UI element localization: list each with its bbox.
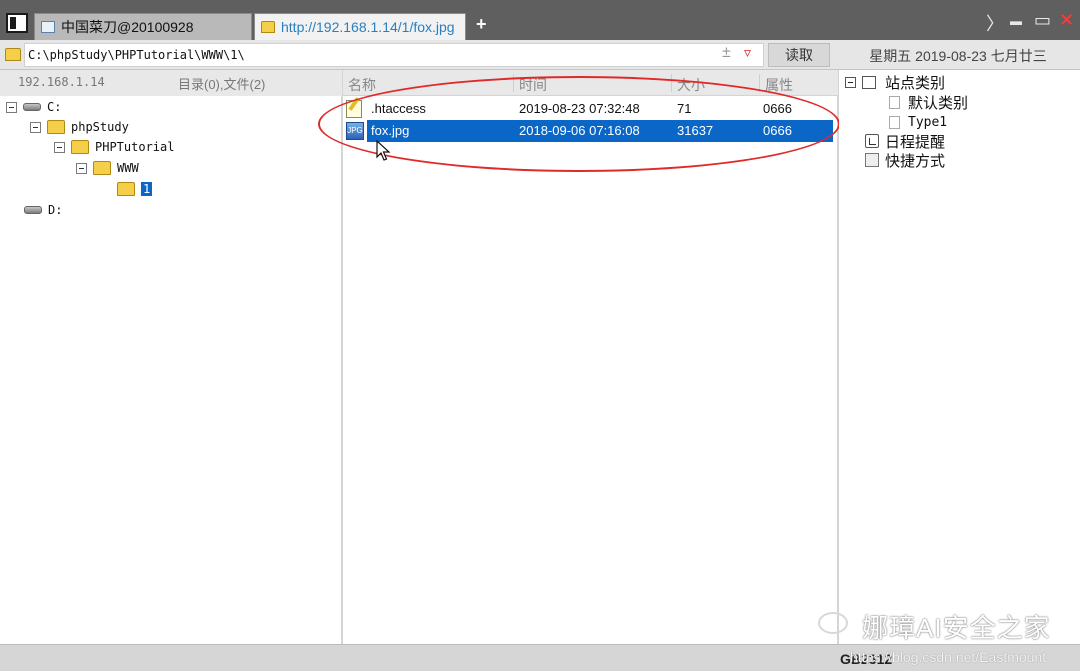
clock-icon [865,134,879,148]
window-icon [41,21,55,33]
folder-icon [93,161,111,175]
collapse-icon[interactable] [6,101,17,113]
app-icon [6,13,28,33]
folder-icon [71,140,89,154]
collapse-icon[interactable] [54,141,65,153]
url-watermark: https://blog.csdn.net/Eastmount [850,649,1047,665]
tree-label: 1 [141,182,153,196]
tree-node-phpstudy[interactable]: phpStudy [30,118,129,136]
shortcuts[interactable]: 快捷方式 [865,150,945,170]
drive-icon [23,103,41,111]
status-bar: GB2312 https://blog.csdn.net/Eastmount [0,644,1080,671]
maximize-button[interactable]: ▭ [1034,10,1051,31]
category-item-type1[interactable]: Type1 [889,112,947,132]
item-label: 日程提醒 [885,133,946,151]
path-input[interactable]: C:\phpStudy\PHPTutorial\WWW\1\ [24,43,764,67]
site-category-panel: 站点类别 默认类别 Type1 日程提醒 快捷方式 [839,70,1080,644]
schedule-reminder[interactable]: 日程提醒 [865,131,945,151]
collapse-icon[interactable] [845,76,856,88]
tree-label: C: [47,100,62,114]
minimize-button[interactable]: ▬ [1010,14,1022,28]
mouse-cursor-icon [376,140,391,161]
tree-label: D: [48,203,63,217]
dir-file-count: 目录(0),文件(2) [178,77,266,92]
tree-label: PHPTutorial [95,140,175,154]
collapse-icon[interactable] [30,121,41,133]
host-label: 192.168.1.14 [18,75,105,89]
column-header-name[interactable]: 名称 [348,75,376,95]
tab-caidao[interactable]: 中国菜刀@20100928 [34,13,252,40]
close-button[interactable]: ✕ [1059,10,1074,31]
drive-icon [24,206,42,214]
date-display: 星期五 2019-08-23 七月廿三 [869,48,1047,64]
add-icon[interactable]: ± [722,44,731,62]
watermark-text: 娜璋AI安全之家 [862,613,1051,643]
category-item-default[interactable]: 默认类别 [889,92,968,112]
chevron-right-icon[interactable]: 〉 [986,10,1004,36]
tree-node-c-drive[interactable]: C: [6,98,61,116]
document-icon [889,95,900,109]
item-label: 快捷方式 [885,152,946,170]
address-bar: C:\phpStudy\PHPTutorial\WWW\1\ ± ▿ 读取 星期… [0,40,1080,70]
wechat-logo-icon [818,612,848,634]
file-list: .htaccess 2019-08-23 07:32:48 71 0666 JP… [343,96,838,644]
folder-icon [261,21,275,33]
new-tab-button[interactable]: + [476,14,487,35]
category-root[interactable]: 站点类别 [845,72,945,92]
tree-label: phpStudy [71,120,129,134]
shortcut-icon [865,153,879,167]
tab-label: 中国菜刀@20100928 [61,19,194,35]
category-label: Type1 [908,114,948,130]
category-label: 站点类别 [885,74,946,92]
tree-node-1[interactable]: 1 [117,180,153,198]
tree-label: WWW [117,161,139,175]
annotation-ellipse [318,76,840,172]
directory-tree: C: phpStudy PHPTutorial WWW 1 D: [0,96,342,644]
category-icon [862,75,876,89]
read-button[interactable]: 读取 [768,43,830,67]
document-icon [889,115,900,129]
tree-node-phptutorial[interactable]: PHPTutorial [54,138,174,156]
category-label: 默认类别 [908,94,969,112]
tree-node-d-drive[interactable]: D: [24,201,62,219]
tree-node-www[interactable]: WWW [76,159,139,177]
dropdown-icon[interactable]: ▿ [744,44,751,61]
folder-icon [5,48,21,61]
title-bar: 中国菜刀@20100928 http://192.168.1.14/1/fox.… [0,0,1080,40]
directory-header: 192.168.1.14 目录(0),文件(2) [0,70,342,96]
collapse-icon[interactable] [76,162,87,174]
tab-fox-jpg[interactable]: http://192.168.1.14/1/fox.jpg [254,13,466,40]
tab-label: http://192.168.1.14/1/fox.jpg [281,19,455,35]
folder-icon [117,182,135,196]
folder-icon [47,120,65,134]
